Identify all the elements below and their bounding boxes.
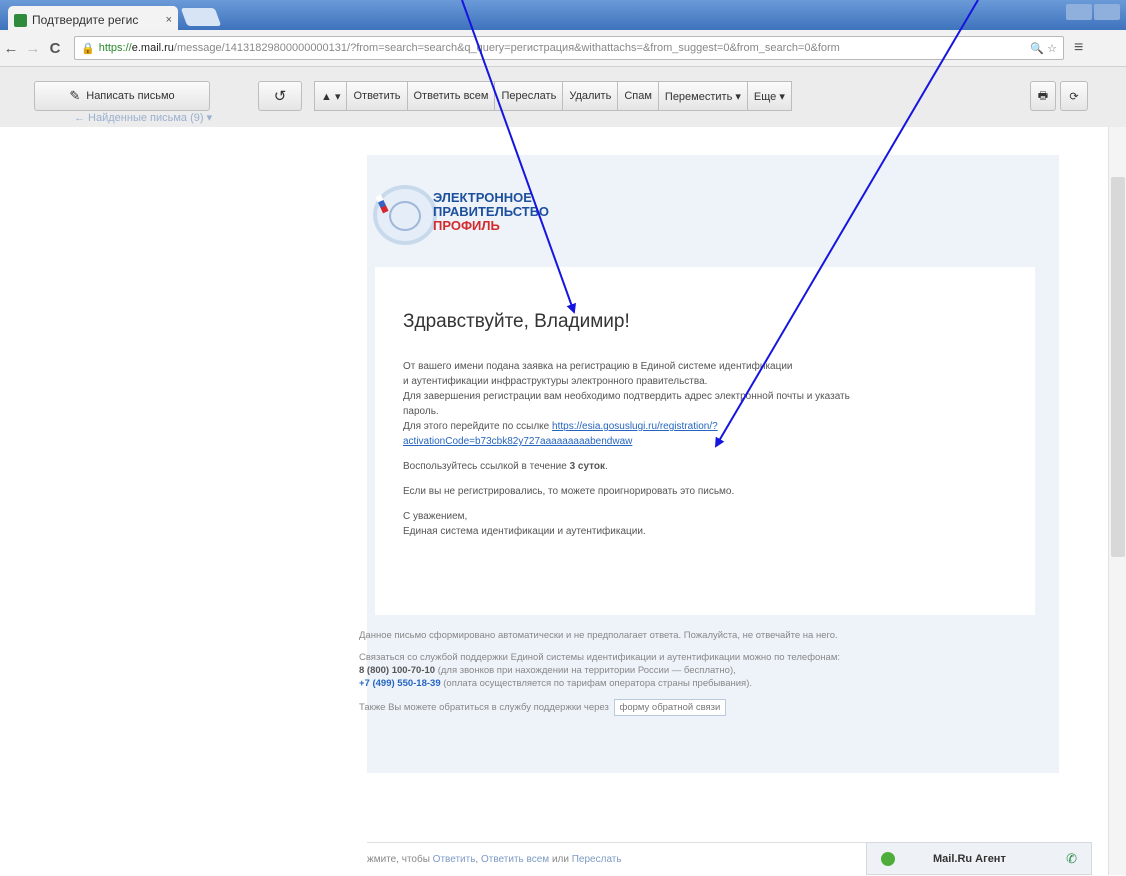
tab-title: Подтвердите регис	[32, 13, 139, 27]
support-text: Связаться со службой поддержки Единой си…	[359, 652, 841, 663]
mail-favicon-icon	[14, 13, 27, 27]
validity-period: 3 суток	[569, 461, 606, 472]
more-button[interactable]: Еще ▾	[746, 81, 792, 111]
reply-button[interactable]: Ответить	[346, 81, 408, 111]
tab-close-icon[interactable]: ×	[166, 14, 172, 26]
body-line: От вашего имени подана заявка на регистр…	[403, 361, 793, 372]
message-body: От вашего имени подана заявка на регистр…	[403, 359, 1023, 549]
print-icon[interactable]: 🖶	[1030, 81, 1056, 111]
compose-button[interactable]: ✎ Написать письмо	[34, 81, 210, 111]
browser-tab[interactable]: Подтвердите регис ×	[8, 6, 178, 30]
back-icon[interactable]: ←	[0, 40, 22, 57]
browser-tabstrip: Подтвердите регис ×	[0, 0, 1126, 30]
flag-icon	[375, 194, 389, 214]
logo-line-3: ПРОФИЛЬ	[433, 218, 500, 233]
validity-text: Воспользуйтесь ссылкой в течение	[403, 461, 567, 472]
bookmark-star-icon[interactable]: 🔍 ☆	[1030, 42, 1057, 55]
message-card: Здравствуйте, Владимир! От вашего имени …	[375, 267, 1035, 615]
mail-toolbar: ✎ Написать письмо ↺ ▲ ▾ Ответить Ответит…	[0, 67, 1126, 127]
url-host: e.mail.ru	[131, 42, 174, 54]
spam-button[interactable]: Спам	[617, 81, 659, 111]
undo-button[interactable]: ↺	[258, 81, 302, 111]
move-button[interactable]: Переместить ▾	[657, 81, 748, 111]
signature-name: Единая система идентификации и аутентифи…	[403, 526, 646, 537]
reply-or: или	[551, 854, 569, 865]
minimize-button[interactable]	[1066, 4, 1092, 20]
logo-emblem	[389, 201, 421, 231]
phone-free: 8 (800) 100-70-10	[359, 665, 436, 676]
reply-hint: жмите, чтобы	[367, 854, 430, 865]
lock-icon: 🔒	[81, 42, 95, 55]
logo-line-2: ПРАВИТЕЛЬСТВО	[433, 204, 549, 219]
compose-label: Написать письмо	[86, 90, 175, 102]
url-path: /message/14131829800000000131/?from=sear…	[173, 42, 840, 54]
quick-reply-all-link[interactable]: Ответить всем	[481, 854, 549, 865]
pencil-icon: ✎	[69, 88, 81, 103]
reply-all-button[interactable]: Ответить всем	[406, 81, 496, 111]
feedback-text: Также Вы можете обратиться в службу подд…	[359, 702, 609, 713]
url-scheme: https://	[98, 42, 132, 54]
quick-reply-link[interactable]: Ответить	[433, 854, 476, 865]
forward-icon[interactable]: →	[22, 40, 44, 57]
auto-notice: Данное письмо сформировано автоматически…	[359, 630, 838, 641]
reload-icon[interactable]: C	[44, 40, 66, 57]
scrollbar-thumb[interactable]	[1111, 177, 1125, 557]
breadcrumb[interactable]: ← Найденные письма (9) ▾	[74, 111, 212, 124]
message-frame: ЭЛЕКТРОННОЕ ПРАВИТЕЛЬСТВО ПРОФИЛЬ Здравс…	[359, 155, 1059, 773]
body-line: пароль.	[403, 406, 439, 417]
quick-forward-link[interactable]: Переслать	[572, 854, 622, 865]
message-actions: ▲ ▾ Ответить Ответить всем Переслать Уда…	[314, 81, 792, 111]
delete-button[interactable]: Удалить	[562, 81, 619, 111]
signature-greeting: С уважением,	[403, 511, 468, 522]
forward-button[interactable]: Переслать	[494, 81, 564, 111]
agent-label: Mail.Ru Агент	[933, 852, 1006, 865]
refresh-icon[interactable]: ⟳	[1060, 81, 1088, 111]
body-line: и аутентификации инфраструктуры электрон…	[403, 376, 708, 387]
phone-free-note: (для звонков при нахождении на территори…	[437, 665, 736, 676]
reply-sep: ,	[475, 854, 479, 865]
activation-link-cont[interactable]: activationCode=b73cbk82y727aaaaaaaaabend…	[403, 436, 632, 447]
validity-dot: .	[605, 461, 608, 472]
mail-agent-bar[interactable]: Mail.Ru Агент ✆	[866, 842, 1092, 875]
activation-link[interactable]: https://esia.gosuslugi.ru/registration/?	[552, 421, 718, 432]
address-bar[interactable]: 🔒 https:// e.mail.ru /message/1413182980…	[74, 36, 1064, 60]
window-controls	[1066, 4, 1120, 20]
body-line: Для этого перейдите по ссылке	[403, 421, 550, 432]
quick-reply-bar[interactable]: жмите, чтобы Ответить, Ответить всем или…	[367, 842, 879, 876]
browser-menu-icon[interactable]: ≡	[1074, 39, 1083, 57]
greeting: Здравствуйте, Владимир!	[403, 311, 630, 332]
message-footer: Данное письмо сформировано автоматически…	[359, 629, 1009, 725]
page-scrollbar[interactable]	[1108, 127, 1126, 875]
feedback-form-button[interactable]: форму обратной связи	[613, 699, 727, 716]
phone-icon[interactable]: ✆	[1066, 851, 1077, 867]
esia-logo-icon	[373, 185, 437, 245]
ignore-text: Если вы не регистрировались, то можете п…	[403, 486, 735, 497]
body-line: Для завершения регистрации вам необходим…	[403, 391, 850, 402]
agent-status-icon	[881, 851, 895, 866]
prev-next-button[interactable]: ▲ ▾	[314, 81, 348, 111]
logo-line-1: ЭЛЕКТРОННОЕ	[433, 190, 532, 205]
maximize-button[interactable]	[1094, 4, 1120, 20]
phone-paid[interactable]: +7 (499) 550-18-39	[359, 678, 441, 689]
new-tab-button[interactable]	[180, 8, 222, 26]
phone-paid-note: (оплата осуществляется по тарифам операт…	[443, 678, 753, 689]
browser-toolbar: ← → C 🔒 https:// e.mail.ru /message/1413…	[0, 30, 1126, 67]
logo-text: ЭЛЕКТРОННОЕ ПРАВИТЕЛЬСТВО ПРОФИЛЬ	[433, 191, 549, 233]
